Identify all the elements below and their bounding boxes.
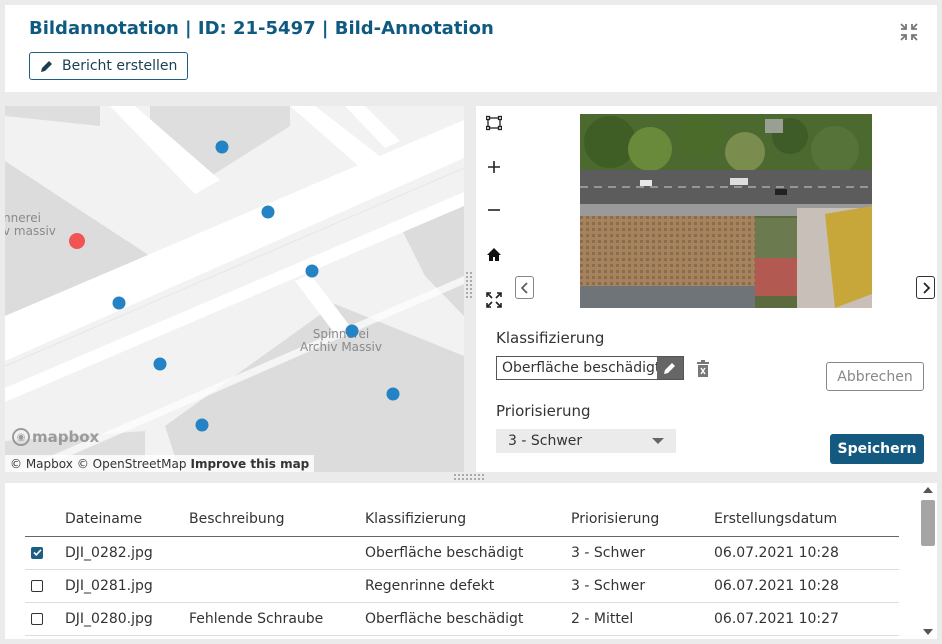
vertical-splitter[interactable] — [466, 272, 472, 302]
cell-filename: DJI_0281.jpg — [65, 569, 189, 603]
cell-description — [189, 569, 365, 603]
header-priority[interactable]: Priorisierung — [571, 503, 714, 537]
map-label-spinnerei-left: nnerei v massiv — [5, 211, 56, 238]
map-label-spinnerei: Spinnerei Archiv Massiv — [300, 327, 382, 354]
classification-label: Klassifizierung — [496, 329, 605, 347]
row-checkbox[interactable] — [31, 612, 43, 625]
annotation-panel: Klassifizierung Oberfläche beschädigt Ab… — [476, 106, 937, 472]
scroll-thumb[interactable] — [921, 500, 935, 546]
header-filename[interactable]: Dateiname — [65, 503, 189, 537]
horizontal-splitter[interactable] — [454, 474, 488, 480]
map-marker-selected[interactable] — [69, 233, 85, 249]
row-checkbox[interactable] — [31, 579, 43, 592]
cell-description: Fehlende Schraube — [189, 602, 365, 636]
previous-image-button[interactable] — [515, 276, 534, 299]
select-rectangle-icon[interactable] — [484, 113, 504, 133]
priority-select[interactable]: 3 - Schwer — [496, 429, 676, 453]
attribution-mapbox[interactable]: © Mapbox — [10, 457, 73, 471]
mapbox-logo-text: mapbox — [32, 428, 100, 446]
header-description[interactable]: Beschreibung — [189, 503, 365, 537]
cell-classification: Oberfläche beschädigt — [365, 602, 571, 636]
image-table: Dateiname Beschreibung Klassifizierung P… — [5, 483, 937, 639]
scroll-up-icon[interactable] — [923, 487, 933, 493]
cell-filename: DJI_0282.jpg — [65, 536, 189, 570]
attribution-osm[interactable]: © OpenStreetMap — [77, 457, 187, 471]
cell-classification: Regenrinne defekt — [365, 569, 571, 603]
map-marker[interactable] — [153, 357, 167, 371]
pencil-icon — [664, 363, 675, 374]
classification-field[interactable]: Oberfläche beschädigt — [496, 356, 684, 380]
mapbox-logo-icon: ◉ — [12, 428, 30, 446]
map-marker[interactable] — [195, 418, 209, 432]
table-row[interactable]: DJI_0280.jpg Fehlende Schraube Oberfläche … — [25, 602, 899, 636]
row-select-cell — [25, 536, 65, 570]
collapse-icon[interactable] — [899, 22, 919, 42]
priority-label: Priorisierung — [496, 402, 591, 420]
table-row[interactable]: DJI_0281.jpg Regenrinne defekt 3 - Schwer 0… — [25, 569, 899, 603]
header-classification[interactable]: Klassifizierung — [365, 503, 571, 537]
table-scrollbar[interactable] — [919, 483, 937, 639]
cell-description — [189, 536, 365, 570]
table-header-row: Dateiname Beschreibung Klassifizierung P… — [25, 503, 899, 537]
cell-classification: Oberfläche beschädigt — [365, 536, 571, 570]
create-report-label: Bericht erstellen — [62, 58, 178, 74]
aerial-image[interactable] — [580, 114, 872, 308]
chevron-right-icon — [922, 281, 930, 294]
home-icon[interactable] — [484, 245, 504, 265]
cell-priority: 2 - Mittel — [571, 602, 714, 636]
header-created-date[interactable]: Erstellungsdatum — [714, 503, 899, 537]
map-marker[interactable] — [261, 205, 275, 219]
map-marker[interactable] — [112, 296, 126, 310]
row-select-cell — [25, 602, 65, 636]
map-base — [5, 106, 464, 472]
map-marker[interactable] — [215, 140, 229, 154]
improve-map-link[interactable]: Improve this map — [191, 457, 310, 471]
cell-created-date: 06.07.2021 10:28 — [714, 569, 899, 603]
create-report-button[interactable]: Bericht erstellen — [29, 52, 189, 80]
row-select-cell — [25, 569, 65, 603]
page-title: Bildannotation | ID: 21-5497 | Bild-Anno… — [29, 18, 494, 39]
map-marker[interactable] — [386, 387, 400, 401]
edit-classification-button[interactable] — [657, 357, 683, 379]
chevron-down-icon — [652, 438, 664, 444]
priority-value: 3 - Schwer — [508, 433, 583, 449]
header: Bildannotation | ID: 21-5497 | Bild-Anno… — [5, 5, 937, 92]
classification-value: Oberfläche beschädigt — [502, 360, 657, 376]
cell-priority: 3 - Schwer — [571, 569, 714, 603]
row-checkbox[interactable] — [31, 546, 43, 559]
map-marker[interactable] — [305, 264, 319, 278]
cell-priority: 3 - Schwer — [571, 536, 714, 570]
next-image-button[interactable] — [916, 276, 935, 299]
zoom-out-icon[interactable] — [484, 200, 504, 220]
fullscreen-icon[interactable] — [484, 290, 504, 310]
map-attribution: © Mapbox © OpenStreetMap Improve this ma… — [5, 455, 315, 472]
image-list: Dateiname Beschreibung Klassifizierung P… — [25, 503, 899, 636]
pencil-icon — [41, 61, 52, 72]
table-row[interactable]: DJI_0282.jpg Oberfläche beschädigt 3 - Sch… — [25, 536, 899, 570]
map-marker[interactable] — [345, 324, 359, 338]
cell-created-date: 06.07.2021 10:28 — [714, 536, 899, 570]
checkmark-icon — [32, 549, 42, 556]
scroll-down-icon[interactable] — [923, 629, 933, 635]
trash-icon[interactable] — [696, 360, 710, 378]
cancel-button[interactable]: Abbrechen — [826, 362, 924, 391]
map[interactable]: nnerei v massiv Spinnerei Archiv Massiv … — [5, 106, 464, 472]
chevron-left-icon — [520, 281, 528, 294]
header-select — [25, 503, 65, 537]
mapbox-logo[interactable]: ◉ mapbox — [12, 428, 99, 446]
cell-filename: DJI_0280.jpg — [65, 602, 189, 636]
save-button[interactable]: Speichern — [830, 434, 924, 464]
zoom-in-icon[interactable] — [484, 157, 504, 177]
cell-created-date: 06.07.2021 10:27 — [714, 602, 899, 636]
